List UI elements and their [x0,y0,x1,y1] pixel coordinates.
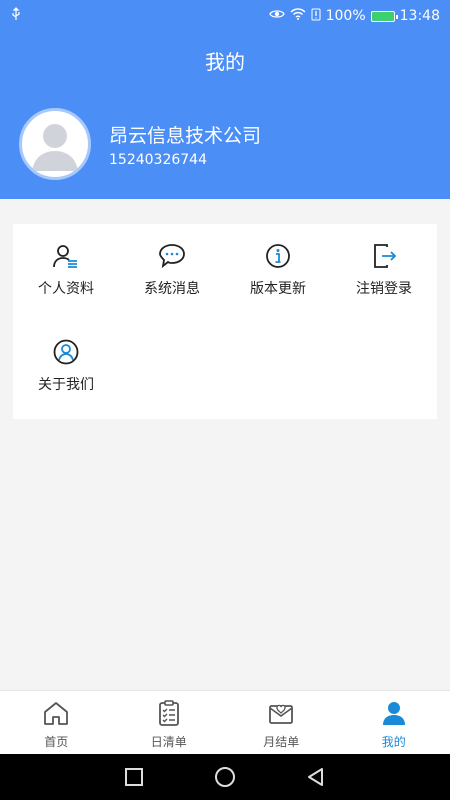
menu-item-version[interactable]: 版本更新 [225,224,331,320]
home-icon [44,702,69,725]
info-icon [266,244,290,268]
clipboard-icon [158,700,179,726]
menu-item-label: 个人资料 [38,281,94,297]
person-icon [382,702,405,725]
back-triangle-icon[interactable] [306,767,326,787]
phone-number: 15240326744 [109,151,207,168]
sim-alert-icon [311,8,321,25]
tab-label: 月结单 [263,735,300,749]
wifi-icon [290,8,306,24]
clock: 13:48 [399,8,440,24]
menu-item-messages[interactable]: 系统消息 [119,224,225,320]
eye-icon [268,8,285,24]
tab-label: 日清单 [150,735,187,749]
menu-card: 个人资料 系统消息 版本更新 注销登录 关于我们 [13,224,437,419]
profile-section[interactable]: 昂云信息技术公司 15240326744 [19,108,261,180]
menu-item-label: 版本更新 [250,281,306,297]
tab-label: 首页 [44,735,69,749]
tab-home[interactable]: 首页 [0,691,113,754]
tab-mine[interactable]: 我的 [338,691,450,754]
menu-item-profile[interactable]: 个人资料 [13,224,119,320]
user-list-icon [53,245,77,268]
battery-icon [370,10,398,22]
system-nav-bar [0,754,450,800]
avatar[interactable] [19,108,91,180]
logout-icon [374,244,397,268]
status-bar: 100% 13:48 [0,0,450,32]
mail-heart-icon [269,704,294,724]
company-name: 昂云信息技术公司 [109,124,262,147]
recents-square-icon[interactable] [124,767,144,787]
user-circle-icon [53,339,79,365]
tab-monthly-statement[interactable]: 月结单 [225,691,338,754]
menu-item-label: 系统消息 [144,281,200,297]
tab-label: 我的 [381,735,406,749]
tab-daily-list[interactable]: 日清单 [113,691,226,754]
chat-bubble-icon [159,244,185,269]
menu-item-label: 关于我们 [38,377,94,393]
menu-item-logout[interactable]: 注销登录 [331,224,437,320]
menu-item-about[interactable]: 关于我们 [13,320,119,416]
home-circle-icon[interactable] [214,766,236,788]
page-title: 我的 [205,50,245,74]
bottom-tab-bar: 首页 日清单 月结单 我的 [0,690,450,754]
header: 100% 13:48 我的 昂云信息技术公司 15240326744 [0,0,450,199]
avatar-person-icon [32,124,78,171]
menu-item-label: 注销登录 [356,281,412,297]
usb-icon [10,7,269,25]
battery-percent: 100% [325,8,366,24]
